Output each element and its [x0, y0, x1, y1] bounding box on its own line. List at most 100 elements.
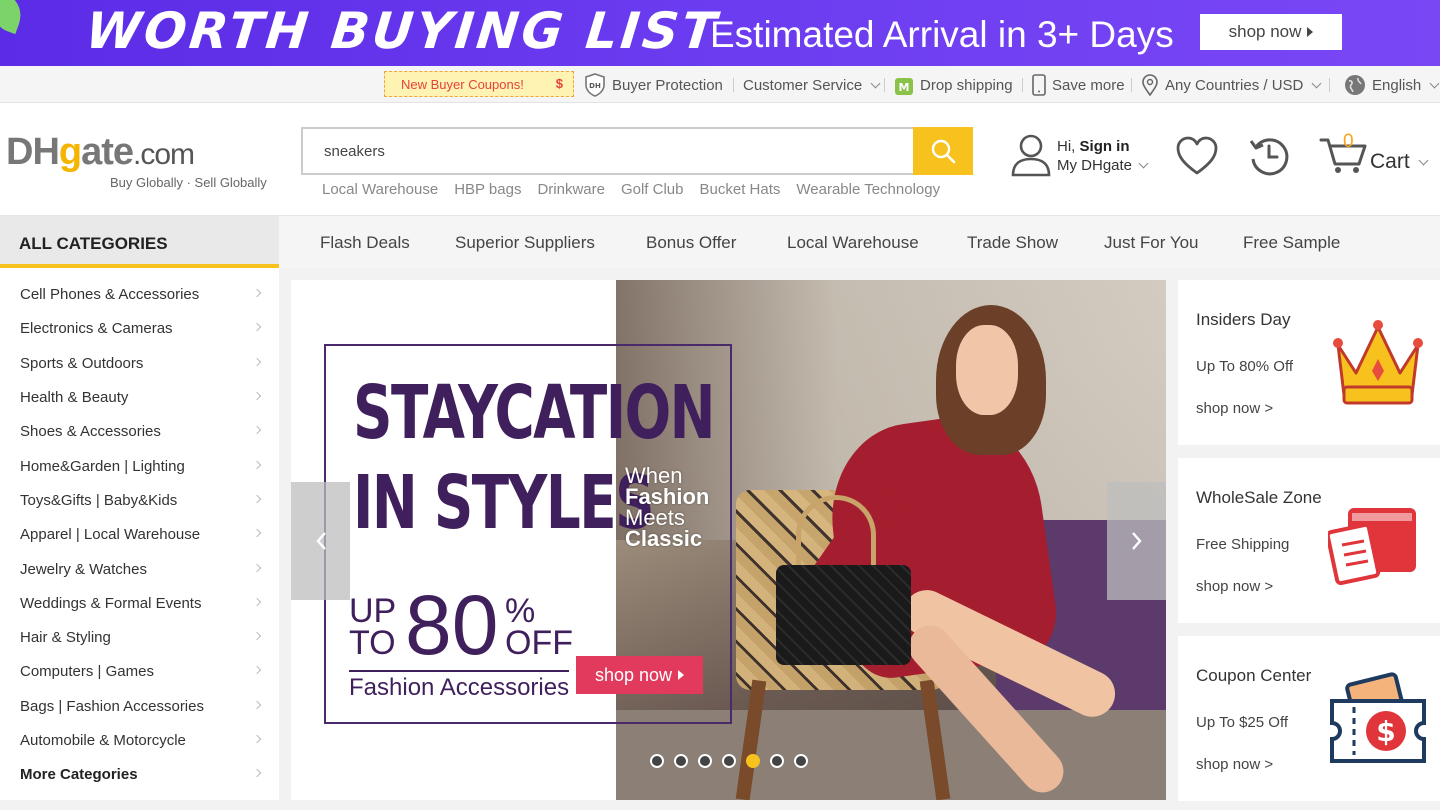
- card-shop-now-link[interactable]: shop now >: [1196, 400, 1273, 417]
- language-selector[interactable]: English: [1344, 72, 1440, 98]
- card-title: WholeSale Zone: [1196, 488, 1322, 507]
- nav-free-sample[interactable]: Free Sample: [1243, 233, 1340, 253]
- play-arrow-icon: [1307, 27, 1314, 37]
- category-label: Bags | Fashion Accessories: [20, 697, 204, 715]
- region-currency-selector[interactable]: Any Countries / USD: [1141, 72, 1322, 98]
- utility-bar: New Buyer Coupons! $ DH Buyer Protection…: [0, 66, 1440, 103]
- category-item[interactable]: Jewelry & Watches: [20, 553, 270, 585]
- category-item[interactable]: Electronics & Cameras: [20, 312, 270, 344]
- category-label: Shoes & Accessories: [20, 422, 161, 440]
- hero-carousel[interactable]: STAYCATION IN STYLES When Fashion Meets …: [291, 280, 1166, 800]
- save-more-link[interactable]: Save more: [1032, 72, 1125, 98]
- chevron-down-icon: [1138, 158, 1149, 169]
- category-item[interactable]: Health & Beauty: [20, 381, 270, 413]
- insiders-day-card[interactable]: Insiders Day Up To 80% Off shop now >: [1178, 280, 1440, 445]
- nav-superior-suppliers[interactable]: Superior Suppliers: [455, 233, 595, 253]
- category-label: Apparel | Local Warehouse: [20, 525, 201, 543]
- carousel-prev-button[interactable]: [291, 482, 350, 600]
- drop-shipping-link[interactable]: M Drop shipping: [894, 72, 1013, 98]
- category-item[interactable]: Automobile & Motorcycle: [20, 724, 270, 756]
- category-item[interactable]: Cell Phones & Accessories: [20, 278, 270, 310]
- chevron-right-icon: [252, 700, 262, 710]
- main-nav: Flash Deals Superior Suppliers Bonus Off…: [279, 216, 1440, 268]
- promo-shop-now-button[interactable]: shop now: [576, 656, 703, 694]
- hot-link[interactable]: Wearable Technology: [796, 181, 940, 198]
- nav-flash-deals[interactable]: Flash Deals: [320, 233, 410, 253]
- category-label: Computers | Games: [20, 662, 154, 680]
- drop-shipping-icon: M: [895, 78, 913, 95]
- divider: [733, 78, 734, 92]
- crown-icon: [1333, 320, 1423, 405]
- play-arrow-icon: [678, 670, 685, 680]
- category-label: Jewelry & Watches: [20, 560, 147, 578]
- nav-bonus-offer[interactable]: Bonus Offer: [646, 233, 736, 253]
- carousel-dot[interactable]: [650, 754, 664, 768]
- chevron-right-icon: [252, 391, 262, 401]
- carousel-dot[interactable]: [698, 754, 712, 768]
- chevron-right-icon: [252, 631, 262, 641]
- category-label: Weddings & Formal Events: [20, 594, 202, 612]
- nav-just-for-you[interactable]: Just For You: [1104, 233, 1199, 253]
- carousel-dot[interactable]: [674, 754, 688, 768]
- nav-trade-show[interactable]: Trade Show: [967, 233, 1058, 253]
- card-desc: Free Shipping: [1196, 536, 1290, 553]
- more-categories-link[interactable]: More Categories: [20, 758, 270, 790]
- user-icon: [1011, 134, 1051, 177]
- category-item[interactable]: Weddings & Formal Events: [20, 587, 270, 619]
- heart-icon: [1176, 136, 1218, 175]
- hot-link[interactable]: HBP bags: [454, 181, 521, 198]
- wishlist-button[interactable]: [1174, 133, 1220, 179]
- dhgate-logo[interactable]: DHgate.com Buy Globally · Sell Globally: [6, 131, 267, 190]
- search-button[interactable]: [913, 127, 973, 175]
- chevron-down-icon: [1311, 78, 1322, 88]
- category-item[interactable]: Shoes & Accessories: [20, 415, 270, 447]
- wholesale-zone-card[interactable]: WholeSale Zone Free Shipping shop now >: [1178, 458, 1440, 623]
- nav-local-warehouse[interactable]: Local Warehouse: [787, 233, 919, 253]
- card-shop-now-link[interactable]: shop now >: [1196, 578, 1273, 595]
- category-label: Toys&Gifts | Baby&Kids: [20, 491, 178, 509]
- svg-text:DH: DH: [589, 82, 601, 90]
- category-item[interactable]: Apparel | Local Warehouse: [20, 518, 270, 550]
- carousel-dot[interactable]: [770, 754, 784, 768]
- cart-link[interactable]: Cart: [1370, 150, 1429, 174]
- category-item[interactable]: Bags | Fashion Accessories: [20, 690, 270, 722]
- all-categories-header[interactable]: ALL CATEGORIES: [0, 216, 279, 268]
- carousel-next-button[interactable]: [1107, 482, 1166, 600]
- logo-tagline: Buy Globally · Sell Globally: [110, 175, 267, 190]
- hot-link[interactable]: Drinkware: [537, 181, 605, 198]
- chevron-right-icon: [252, 494, 262, 504]
- buyer-protection-link[interactable]: DH Buyer Protection: [584, 72, 723, 98]
- browsing-history-button[interactable]: [1246, 133, 1292, 179]
- account-menu[interactable]: Hi, Sign in My DHgate: [1010, 133, 1160, 179]
- customer-service-menu[interactable]: Customer Service: [743, 72, 881, 98]
- category-sidebar: Cell Phones & Accessories Electronics & …: [0, 268, 279, 800]
- drop-shipping-label: Drop shipping: [920, 76, 1013, 94]
- chevron-right-icon: [252, 460, 262, 470]
- category-item[interactable]: Home&Garden | Lighting: [20, 450, 270, 482]
- sign-in-link: Sign in: [1079, 138, 1130, 155]
- chevron-left-icon: [315, 532, 326, 550]
- category-label: Electronics & Cameras: [20, 319, 173, 337]
- coupon-center-card[interactable]: Coupon Center Up To $25 Off shop now > $: [1178, 636, 1440, 801]
- category-item[interactable]: Computers | Games: [20, 655, 270, 687]
- hot-link[interactable]: Local Warehouse: [322, 181, 438, 198]
- globe-icon: [1345, 75, 1365, 95]
- promo-shop-now-label: shop now: [594, 664, 673, 685]
- new-buyer-coupon-button[interactable]: New Buyer Coupons! $: [384, 71, 574, 97]
- top-promo-banner[interactable]: WORTH BUYING LIST Estimated Arrival in 3…: [0, 0, 1440, 66]
- hot-link[interactable]: Golf Club: [621, 181, 684, 198]
- category-item[interactable]: Toys&Gifts | Baby&Kids: [20, 484, 270, 516]
- hot-link[interactable]: Bucket Hats: [700, 181, 781, 198]
- buyer-protection-label: Buyer Protection: [612, 76, 723, 94]
- carousel-dot[interactable]: [722, 754, 736, 768]
- box-checklist-icon: [1328, 508, 1416, 586]
- carousel-dot[interactable]: [794, 754, 808, 768]
- chevron-right-icon: [252, 528, 262, 538]
- cart-count-badge: 0: [1343, 131, 1354, 152]
- card-shop-now-link[interactable]: shop now >: [1196, 756, 1273, 773]
- category-item[interactable]: Sports & Outdoors: [20, 347, 270, 379]
- banner-shop-now-button[interactable]: shop now: [1200, 14, 1342, 50]
- category-item[interactable]: Hair & Styling: [20, 621, 270, 653]
- carousel-dot-active[interactable]: [746, 754, 760, 768]
- search-input[interactable]: [303, 129, 915, 173]
